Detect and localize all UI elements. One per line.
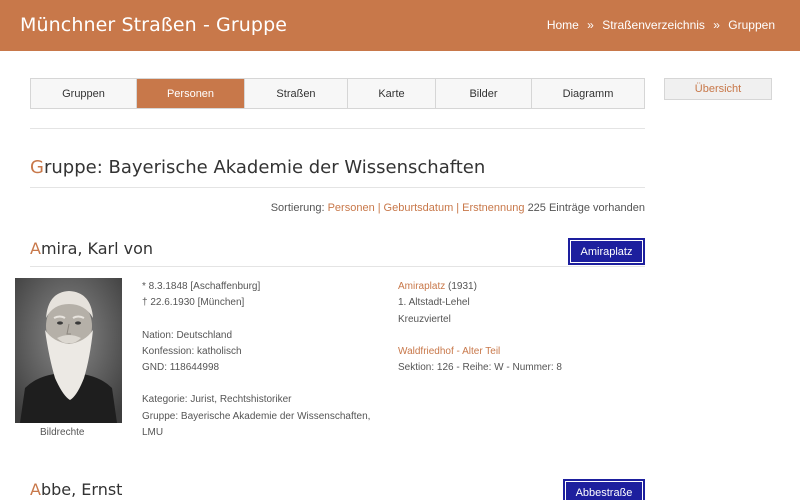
tab-diagramm[interactable]: Diagramm [532, 79, 644, 108]
sort-separator: | [377, 202, 381, 214]
sort-by-birthdate-link[interactable]: Geburtsdatum [384, 202, 454, 214]
tab-karte[interactable]: Karte [348, 79, 436, 108]
breadcrumb-separator: » [713, 18, 720, 32]
divider [30, 187, 645, 188]
divider [30, 128, 645, 129]
breadcrumb-separator: » [587, 18, 594, 32]
street-link[interactable]: Amiraplatz [398, 281, 445, 292]
portrait-photo-icon [15, 278, 122, 423]
breadcrumb: Home » Straßenverzeichnis » Gruppen [547, 18, 775, 32]
district-info: 1. Altstadt-Lehel [398, 297, 470, 309]
overview-button[interactable]: Übersicht [664, 78, 772, 100]
death-info: † 22.6.1930 [München] [142, 297, 245, 309]
group-info-continued: LMU [142, 427, 164, 439]
entry-count: 225 Einträge vorhanden [527, 202, 645, 214]
street-year: (1931) [448, 281, 477, 292]
sort-options: Sortierung: Personen | Geburtsdatum | Erstne… [271, 202, 645, 214]
person-details: * 8.3.1848 [Aschaffenburg] † 22.6.1930 [… [142, 279, 382, 441]
person-name: Abbe, Ernst [30, 480, 122, 499]
grave-info: Sektion: 126 - Reihe: W - Nummer: 8 [398, 362, 562, 374]
breadcrumb-home[interactable]: Home [547, 18, 579, 32]
street-details: Amiraplatz (1931) 1. Altstadt-Lehel Kreu… [398, 279, 628, 376]
divider [30, 266, 645, 267]
site-title[interactable]: Münchner Straßen - Gruppe [20, 14, 287, 36]
sort-label: Sortierung: [270, 202, 325, 214]
site-header: Münchner Straßen - Gruppe Home » Straßen… [0, 0, 800, 51]
tab-bilder[interactable]: Bilder [436, 79, 532, 108]
breadcrumb-street-directory[interactable]: Straßenverzeichnis [602, 18, 705, 32]
person-portrait-image[interactable] [15, 278, 122, 423]
breadcrumb-groups[interactable]: Gruppen [728, 18, 775, 32]
category-info: Kategorie: Jurist, Rechtshistoriker [142, 394, 292, 406]
group-info: Gruppe: Bayerische Akademie der Wissensc… [142, 410, 371, 422]
confession-info: Konfession: katholisch [142, 345, 242, 357]
quarter-info: Kreuzviertel [398, 313, 451, 325]
street-sign-button[interactable]: Abbestraße [563, 479, 645, 500]
sort-by-persons-link[interactable]: Personen [328, 202, 375, 214]
group-title-initial: G [30, 157, 44, 178]
tab-personen[interactable]: Personen [137, 79, 245, 108]
tab-bar: Gruppen Personen Straßen Karte Bilder Di… [30, 78, 645, 109]
nation-info: Nation: Deutschland [142, 329, 233, 341]
sort-by-first-mention-link[interactable]: Erstnennung [462, 202, 524, 214]
person-name-text: mira, Karl von [40, 239, 154, 258]
tab-strassen[interactable]: Straßen [245, 79, 348, 108]
tab-gruppen[interactable]: Gruppen [31, 79, 137, 108]
person-name-text: bbe, Ernst [40, 480, 123, 499]
birth-info: * 8.3.1848 [Aschaffenburg] [142, 281, 261, 292]
person-name-initial: A [30, 480, 41, 499]
group-title-text: ruppe: Bayerische Akademie der Wissensch… [43, 157, 486, 178]
street-entry: Amiraplatz (1931) [398, 279, 628, 295]
cemetery-link[interactable]: Waldfriedhof - Alter Teil [398, 346, 500, 357]
person-name: Amira, Karl von [30, 239, 153, 258]
group-title: Gruppe: Bayerische Akademie der Wissensc… [30, 157, 485, 178]
sort-separator: | [456, 202, 460, 214]
street-sign-button[interactable]: Amiraplatz [568, 238, 645, 265]
person-name-initial: A [30, 239, 41, 258]
photo-credit[interactable]: Bildrechte [40, 427, 84, 438]
gnd-info: GND: 118644998 [142, 362, 220, 374]
